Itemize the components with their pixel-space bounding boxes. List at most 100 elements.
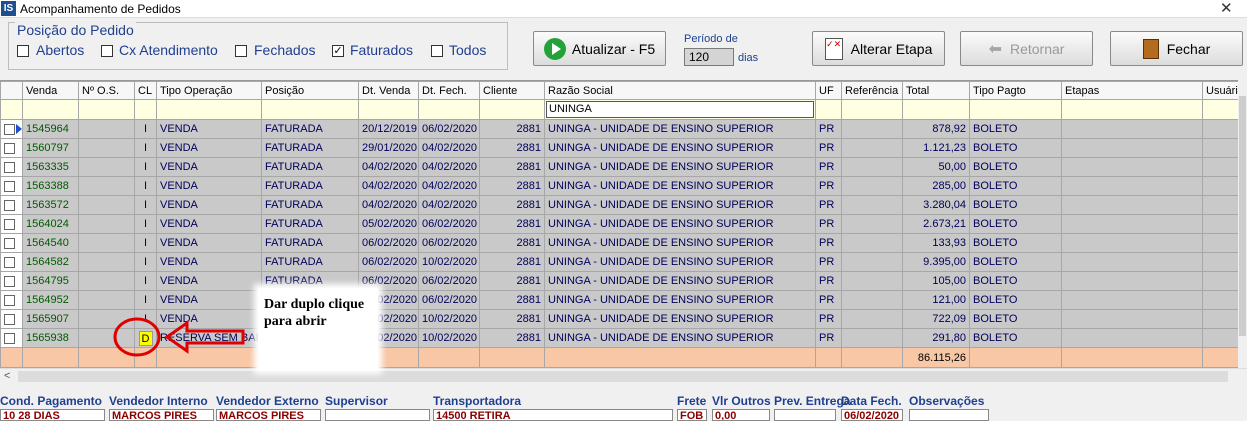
- faturados-checkbox[interactable]: ✓: [332, 45, 344, 57]
- col-tipo-pagto[interactable]: Tipo Pagto: [970, 82, 1062, 100]
- row-checkbox[interactable]: [4, 257, 15, 268]
- row-selector[interactable]: [1, 253, 23, 272]
- footer-field[interactable]: [774, 409, 836, 421]
- row-checkbox[interactable]: [4, 181, 15, 192]
- filter-total[interactable]: [903, 100, 970, 120]
- col-cl[interactable]: CL: [135, 82, 157, 100]
- footer-field[interactable]: 14500 RETIRA: [433, 409, 673, 421]
- cell-os: [79, 291, 135, 310]
- col-referencia[interactable]: Referência: [842, 82, 903, 100]
- col-razao-social[interactable]: Razão Social: [545, 82, 816, 100]
- table-row[interactable]: 1563335IVENDAFATURADA04/02/202004/02/202…: [1, 158, 1247, 177]
- todos-checkbox[interactable]: [431, 45, 443, 57]
- table-row[interactable]: 1564024IVENDAFATURADA05/02/202006/02/202…: [1, 215, 1247, 234]
- row-checkbox[interactable]: [4, 276, 15, 287]
- row-checkbox[interactable]: [4, 238, 15, 249]
- col-venda[interactable]: Venda: [23, 82, 79, 100]
- footer-field[interactable]: MARCOS PIRES SZI: [109, 409, 214, 421]
- footer-field[interactable]: [909, 409, 989, 421]
- cell-etapas: [1062, 253, 1203, 272]
- col-dt-fech[interactable]: Dt. Fech.: [419, 82, 480, 100]
- row-checkbox[interactable]: [4, 124, 15, 135]
- filter-dt-venda[interactable]: [359, 100, 419, 120]
- footer-field[interactable]: 0,00: [712, 409, 770, 421]
- col-dt-venda[interactable]: Dt. Venda: [359, 82, 419, 100]
- row-selector[interactable]: [1, 329, 23, 348]
- abertos-checkbox[interactable]: [17, 45, 29, 57]
- col-total[interactable]: Total: [903, 82, 970, 100]
- horizontal-scroll-thumb[interactable]: [18, 371, 1228, 382]
- cell-pagto: BOLETO: [970, 291, 1062, 310]
- row-selector[interactable]: [1, 291, 23, 310]
- col-num-os[interactable]: Nº O.S.: [79, 82, 135, 100]
- cell-uf: PR: [816, 158, 842, 177]
- razao-social-filter-input[interactable]: UNINGA: [546, 101, 814, 118]
- table-row[interactable]: 1563388IVENDAFATURADA04/02/202004/02/202…: [1, 177, 1247, 196]
- filter-cliente[interactable]: [480, 100, 545, 120]
- table-row[interactable]: 1564952IVENDAFATURADA06/02/202006/02/202…: [1, 291, 1247, 310]
- row-checkbox[interactable]: [4, 200, 15, 211]
- table-row[interactable]: 1563572IVENDAFATURADA04/02/202004/02/202…: [1, 196, 1247, 215]
- row-selector[interactable]: [1, 234, 23, 253]
- row-checkbox[interactable]: [4, 219, 15, 230]
- cell-pagto: BOLETO: [970, 215, 1062, 234]
- filter-posicao[interactable]: [262, 100, 359, 120]
- col-tipo-operacao[interactable]: Tipo Operação: [157, 82, 262, 100]
- filter-uf[interactable]: [816, 100, 842, 120]
- retornar-button[interactable]: ⬅ Retornar: [960, 31, 1093, 66]
- filter-num-os[interactable]: [79, 100, 135, 120]
- table-row[interactable]: 1564795IVENDAFATURADA06/02/202006/02/202…: [1, 272, 1247, 291]
- footer-label: Supervisor: [325, 394, 388, 408]
- row-selector[interactable]: [1, 139, 23, 158]
- col-uf[interactable]: UF: [816, 82, 842, 100]
- atualizar-button[interactable]: Atualizar - F5: [533, 31, 666, 66]
- periodo-input[interactable]: 120: [684, 48, 734, 66]
- cell-etapas: [1062, 272, 1203, 291]
- col-etapas[interactable]: Etapas: [1062, 82, 1203, 100]
- footer-field[interactable]: MARCOS PIRES SZI: [216, 409, 321, 421]
- row-checkbox[interactable]: [4, 314, 15, 325]
- cx-atendimento-checkbox[interactable]: [101, 45, 113, 57]
- table-row[interactable]: 1545964IVENDAFATURADA20/12/201906/02/202…: [1, 120, 1247, 139]
- row-checkbox[interactable]: [4, 143, 15, 154]
- filter-etapas[interactable]: [1062, 100, 1203, 120]
- scroll-left-icon[interactable]: <: [4, 370, 10, 382]
- row-checkbox[interactable]: [4, 333, 15, 344]
- footer-field[interactable]: [325, 409, 430, 421]
- row-selector[interactable]: [1, 120, 23, 139]
- filter-cl[interactable]: [135, 100, 157, 120]
- col-cliente[interactable]: Cliente: [480, 82, 545, 100]
- filter-tipo-pagto[interactable]: [970, 100, 1062, 120]
- row-checkbox[interactable]: [4, 162, 15, 173]
- alterar-etapa-button[interactable]: ✓✕ Alterar Etapa: [812, 31, 945, 66]
- row-selector[interactable]: [1, 310, 23, 329]
- cell-total: 105,00: [903, 272, 970, 291]
- fechados-checkbox[interactable]: [235, 45, 247, 57]
- cell-total: 3.280,04: [903, 196, 970, 215]
- cell-cl: I: [135, 234, 157, 253]
- row-selector[interactable]: [1, 177, 23, 196]
- filter-referencia[interactable]: [842, 100, 903, 120]
- close-icon[interactable]: ✕: [1220, 0, 1233, 17]
- row-selector[interactable]: [1, 215, 23, 234]
- vertical-scrollbar[interactable]: [1238, 80, 1247, 368]
- table-row[interactable]: 1564582IVENDAFATURADA06/02/202010/02/202…: [1, 253, 1247, 272]
- fechar-button[interactable]: Fechar: [1110, 31, 1243, 66]
- cell-dt_fech: 06/02/2020: [419, 120, 480, 139]
- cell-pagto: BOLETO: [970, 329, 1062, 348]
- filter-tipo-operacao[interactable]: [157, 100, 262, 120]
- cell-uf: PR: [816, 215, 842, 234]
- row-checkbox[interactable]: [4, 295, 15, 306]
- table-row[interactable]: 1564540IVENDAFATURADA06/02/202006/02/202…: [1, 234, 1247, 253]
- table-row[interactable]: 1560797IVENDAFATURADA29/01/202004/02/202…: [1, 139, 1247, 158]
- footer-field[interactable]: 06/02/2020: [841, 409, 903, 421]
- cell-pagto: BOLETO: [970, 253, 1062, 272]
- footer-field[interactable]: 10 28 DIAS: [0, 409, 105, 421]
- col-posicao[interactable]: Posição: [262, 82, 359, 100]
- filter-dt-fech[interactable]: [419, 100, 480, 120]
- row-selector[interactable]: [1, 196, 23, 215]
- footer-field[interactable]: FOB: [677, 409, 707, 421]
- row-selector[interactable]: [1, 272, 23, 291]
- filter-venda[interactable]: [23, 100, 79, 120]
- row-selector[interactable]: [1, 158, 23, 177]
